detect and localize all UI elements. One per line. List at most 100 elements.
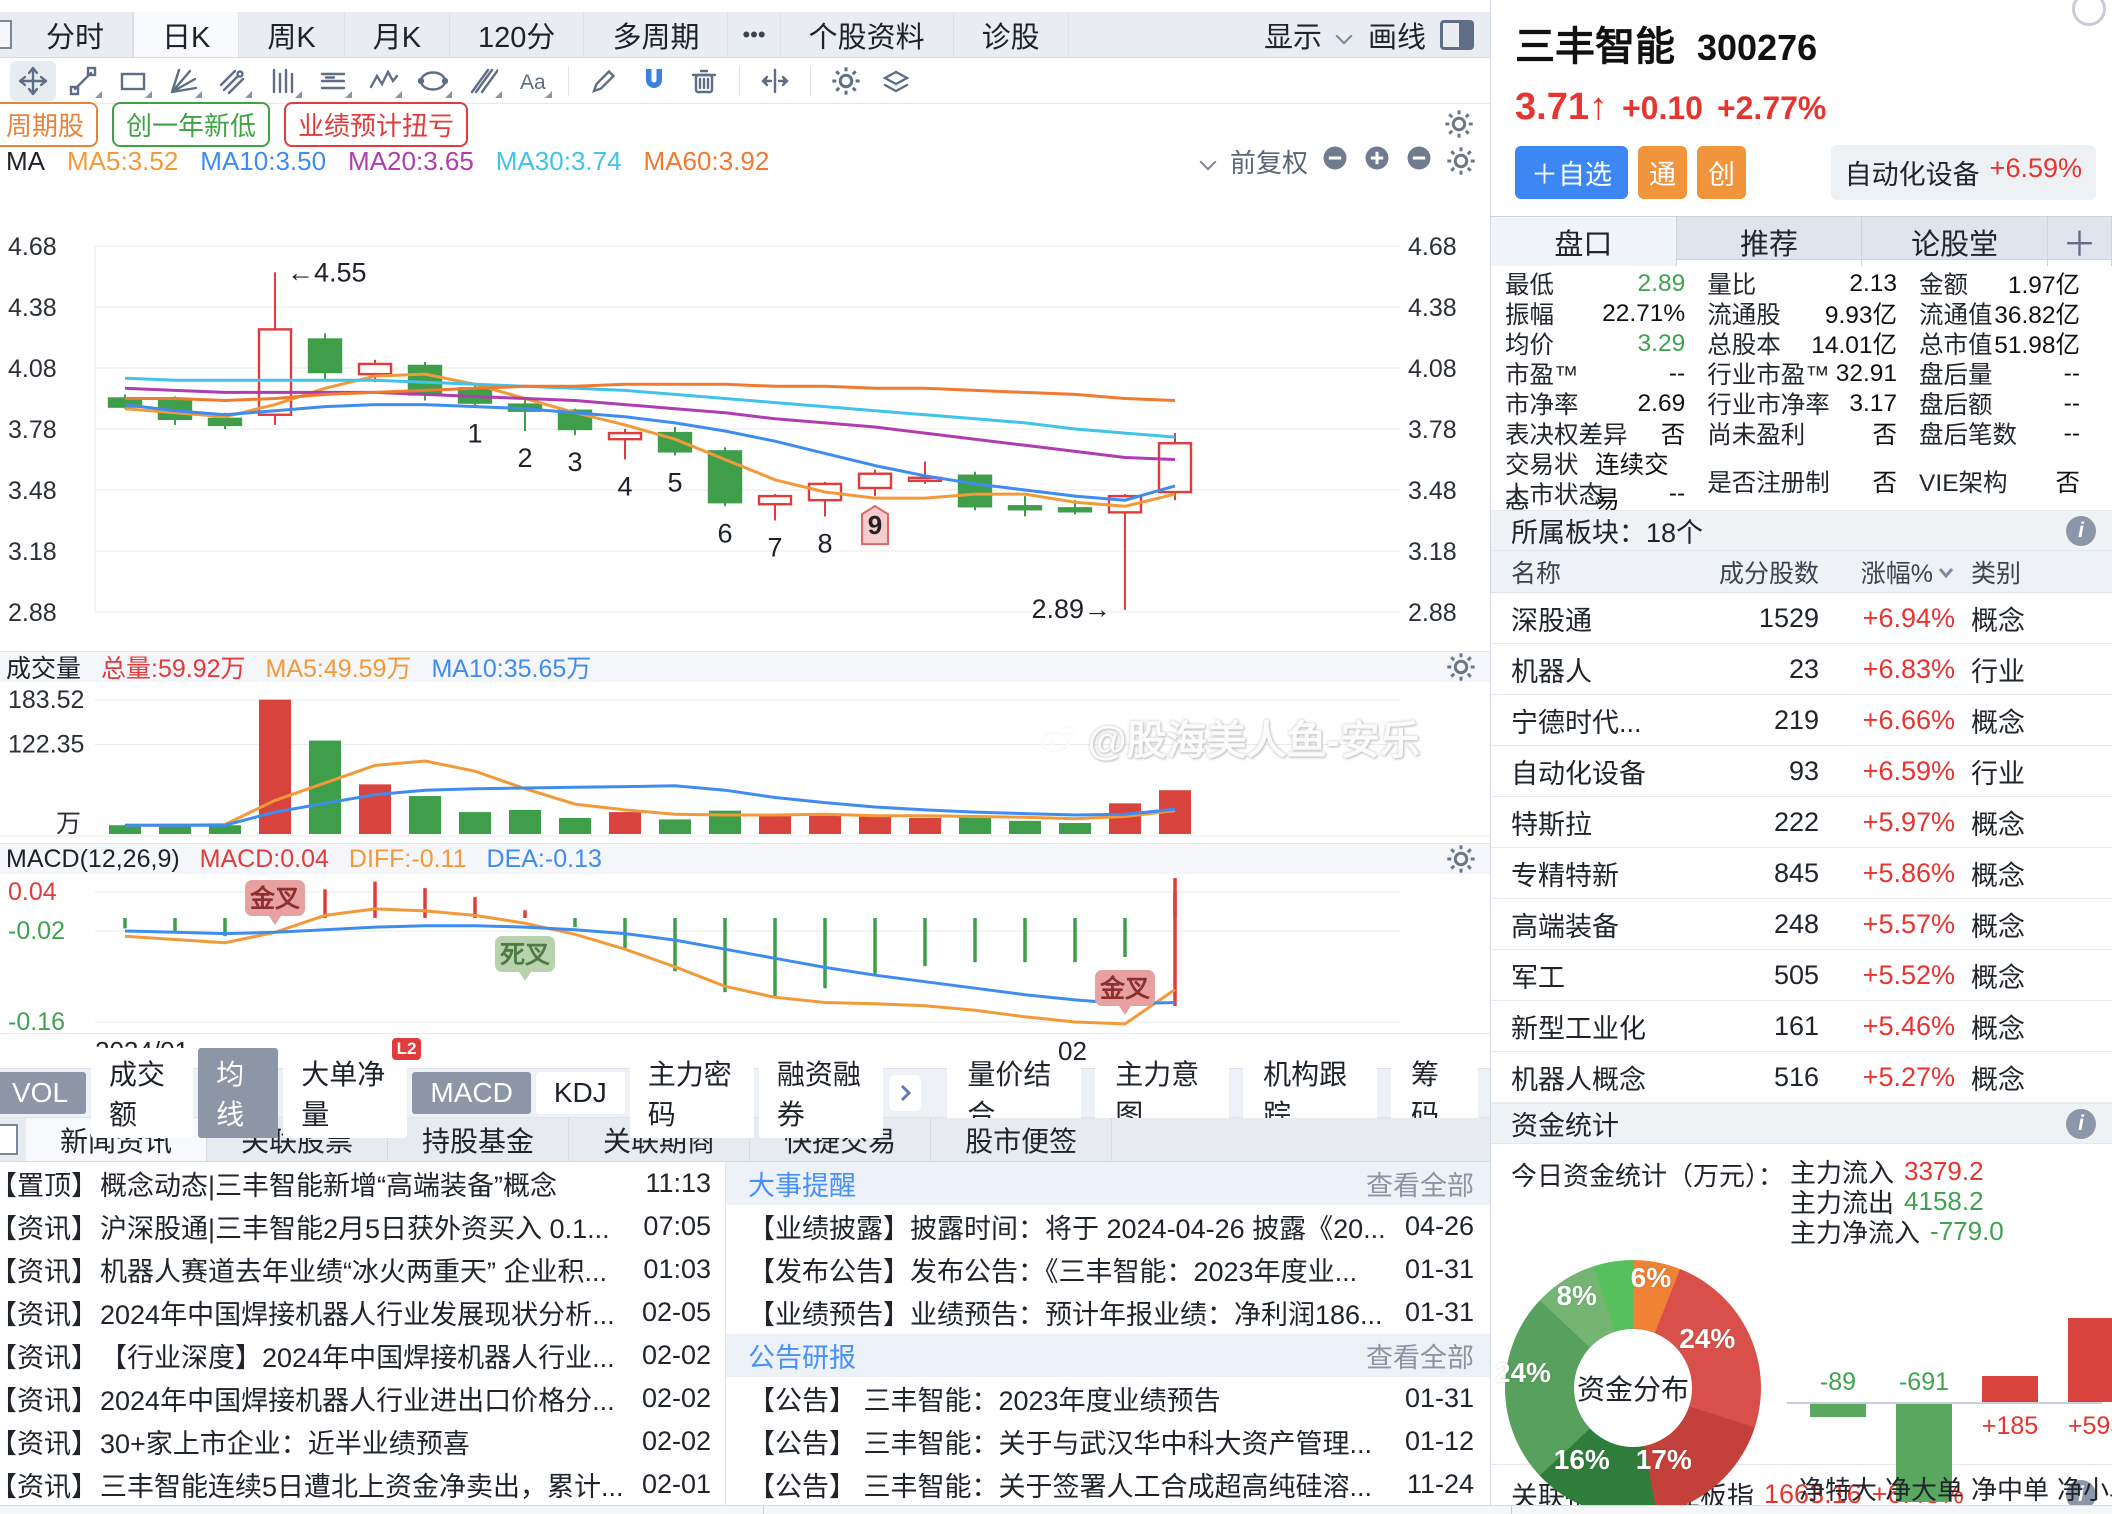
rectangle-icon[interactable] (110, 61, 156, 101)
indicator-tab-成交额[interactable]: 成交额 (91, 1048, 193, 1138)
ellipse-icon[interactable] (410, 61, 456, 101)
circle-minus-icon[interactable] (1320, 143, 1350, 180)
alert-item[interactable]: 【业绩披露】披露时间：将于 2024-04-26 披露《20...04-26 (726, 1205, 1490, 1248)
tab-分时[interactable]: 分时 (18, 12, 133, 57)
sector-row[interactable]: 自动化设备93+6.59%行业 (1491, 746, 2112, 797)
alert-item[interactable]: 【业绩预告】业绩预告：预计年报业绩：净利润186...01-31 (726, 1291, 1490, 1334)
stat-value: -- (2064, 420, 2080, 448)
indicator-tab-MACD[interactable]: MACD (412, 1072, 530, 1114)
sector-row[interactable]: 深股通1529+6.94%概念 (1491, 593, 2112, 644)
news-item[interactable]: 【资讯】沪深股通|三丰智能2月5日获外资买入 0.1...07:05 (0, 1205, 725, 1248)
adjust-mode-label[interactable]: 前复权 (1230, 143, 1308, 180)
alert-item[interactable]: 【发布公告】发布公告：《三丰智能：2023年度业...01-31 (726, 1248, 1490, 1291)
gear-icon[interactable] (1444, 109, 1474, 139)
info-icon[interactable]: i (2066, 516, 2096, 546)
stat-value: 3.29 (1638, 330, 1686, 358)
sector-row[interactable]: 新型工业化161+5.46%概念 (1491, 1001, 2112, 1052)
circle-minus-icon[interactable] (1404, 143, 1434, 180)
svg-text:金叉: 金叉 (1099, 974, 1150, 1003)
news-tab-股市便签[interactable]: 股市便签 (931, 1118, 1112, 1161)
magnet-icon[interactable] (631, 61, 677, 101)
indicator-tab-主力密码[interactable]: 主力密码 (630, 1048, 754, 1138)
stock-tag[interactable]: 周期股 (0, 102, 98, 147)
gear-icon[interactable] (823, 61, 869, 101)
stock-tag[interactable]: 业绩预计扭亏 (284, 102, 468, 147)
indicator-tab-KDJ[interactable]: KDJ (536, 1072, 625, 1114)
tab-日K[interactable]: 日K (133, 12, 239, 57)
candlestick-pane[interactable]: 4.684.684.384.384.084.083.783.783.483.48… (0, 178, 1490, 652)
quote-tab-盘口[interactable]: 盘口 (1491, 217, 1677, 266)
tab-周K[interactable]: 周K (239, 12, 344, 57)
panel-toggle-icon[interactable] (1440, 20, 1474, 50)
pencil-icon[interactable] (581, 61, 627, 101)
news-item[interactable]: 【资讯】三丰智能连续5日遭北上资金净卖出，累计...02-01 (0, 1463, 725, 1506)
sector-row[interactable]: 宁德时代...219+6.66%概念 (1491, 695, 2112, 746)
volume-chart[interactable]: 183.52122.35万 (0, 682, 1491, 844)
trash-icon[interactable] (681, 61, 727, 101)
stock-tag[interactable]: 创一年新低 (112, 102, 270, 147)
trend-line-icon[interactable] (60, 61, 106, 101)
sector-row[interactable]: 机器人概念516+5.27%概念 (1491, 1052, 2112, 1103)
dropdown-corner (395, 91, 402, 98)
layers-icon[interactable] (873, 61, 919, 101)
alert-item[interactable]: 【公告】 三丰智能：关于签署人工合成超高纯硅溶...11-24 (726, 1463, 1490, 1506)
volume-pane[interactable]: 成交量 总量:59.92万MA5:49.59万MA10:35.65万 183.5… (0, 652, 1490, 844)
sector-row[interactable]: 军工505+5.52%概念 (1491, 950, 2112, 1001)
sector-row[interactable]: 专精特新845+5.86%概念 (1491, 848, 2112, 899)
horizontal-expand-icon[interactable] (752, 61, 798, 101)
tab-•••[interactable]: ••• (728, 12, 780, 57)
quote-tab-推荐[interactable]: 推荐 (1677, 217, 1863, 266)
alert-item[interactable]: 【公告】 三丰智能：2023年度业绩预告01-31 (726, 1377, 1490, 1420)
tab-120分[interactable]: 120分 (450, 12, 584, 57)
news-item[interactable]: 【资讯】【行业深度】2024年中国焊接机器人行业...02-02 (0, 1334, 725, 1377)
add-tab-button[interactable]: ＋ (2048, 217, 2112, 266)
draw-line-button[interactable]: 画线 (1368, 14, 1426, 56)
gear-icon[interactable] (1446, 652, 1476, 682)
circle-plus-icon[interactable] (1362, 143, 1392, 180)
stat-value: -- (2064, 360, 2080, 388)
gear-icon[interactable] (1446, 844, 1476, 874)
add-watchlist-button[interactable]: ＋自选 (1515, 146, 1628, 199)
news-item[interactable]: 【资讯】30+家上市企业：近半业绩预喜02-02 (0, 1420, 725, 1463)
horizontal-lines-icon[interactable] (310, 61, 356, 101)
tab-月K[interactable]: 月K (345, 12, 450, 57)
sector-row[interactable]: 特斯拉222+5.97%概念 (1491, 797, 2112, 848)
info-icon[interactable]: i (2066, 1109, 2096, 1139)
pitchfork-icon[interactable] (210, 61, 256, 101)
news-item[interactable]: 【资讯】2024年中国焊接机器人行业发展现状分析...02-05 (0, 1291, 725, 1334)
fibonacci-icon[interactable] (460, 61, 506, 101)
macd-pane[interactable]: MACD(12,26,9) MACD:0.04DIFF:-0.11DEA:-0.… (0, 844, 1490, 1034)
sector-row[interactable]: 高端装备248+5.57%概念 (1491, 899, 2112, 950)
svg-text:4.38: 4.38 (8, 294, 57, 322)
news-item[interactable]: 【资讯】机器人赛道去年业绩“冰火两重天” 企业积...01:03 (0, 1248, 725, 1291)
vertical-lines-icon[interactable] (260, 61, 306, 101)
sector-pill[interactable]: 自动化设备 +6.59% (1831, 145, 2096, 200)
news-item-time: 07:05 (643, 1211, 711, 1242)
view-all-link[interactable]: 查看全部 (1366, 1164, 1474, 1203)
wave-icon[interactable] (360, 61, 406, 101)
sector-row[interactable]: 机器人23+6.83%行业 (1491, 644, 2112, 695)
macd-chart[interactable]: 0.04-0.02-0.16金叉死叉金叉 (0, 874, 1491, 1034)
fan-lines-icon[interactable] (160, 61, 206, 101)
news-item[interactable]: 【资讯】2024年中国焊接机器人行业进出口价格分...02-02 (0, 1377, 725, 1420)
more-indicators-button[interactable] (889, 1075, 921, 1111)
tab-个股资料[interactable]: 个股资料 (781, 12, 954, 57)
text-icon[interactable]: Aa (510, 61, 556, 101)
col-change[interactable]: 涨幅% (1819, 554, 1955, 590)
move-icon[interactable] (10, 61, 56, 101)
view-all-link[interactable]: 查看全部 (1366, 1336, 1474, 1375)
display-menu[interactable]: 显示 (1264, 14, 1322, 56)
indicator-tab-VOL[interactable]: VOL (0, 1072, 86, 1114)
tab-诊股[interactable]: 诊股 (954, 12, 1069, 57)
indicator-tab-大单净量[interactable]: 大单净量L2 (283, 1048, 407, 1138)
sector-count: 505 (1661, 960, 1819, 991)
indicator-tab-融资融券[interactable]: 融资融券 (759, 1048, 883, 1138)
news-item[interactable]: 【置顶】概念动态|三丰智能新增“高端装备”概念11:13 (0, 1162, 725, 1205)
candlestick-chart[interactable]: 4.684.684.384.384.084.083.783.783.483.48… (0, 178, 1491, 652)
quote-tab-论股堂[interactable]: 论股堂 (1862, 217, 2048, 266)
gear-icon[interactable] (1446, 146, 1476, 176)
indicator-tab-均线[interactable]: 均线 (198, 1048, 278, 1138)
tab-多周期[interactable]: 多周期 (584, 12, 728, 57)
alert-item[interactable]: 【公告】 三丰智能：关于与武汉华中科大资产管理...01-12 (726, 1420, 1490, 1463)
news-tab-持股基金[interactable]: 持股基金 (388, 1118, 569, 1161)
